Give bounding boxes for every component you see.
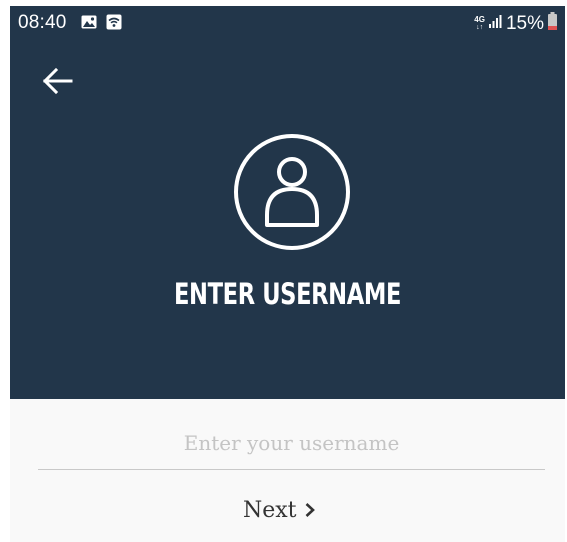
image-icon	[81, 15, 97, 34]
status-notification-icons	[81, 14, 122, 35]
status-bar: 08:40 4G ↓↑ 15%	[10, 6, 565, 40]
next-button[interactable]: Next	[243, 492, 316, 528]
back-button[interactable]	[38, 62, 78, 102]
chevron-right-icon	[305, 503, 315, 517]
network-indicator: 4G ↓↑	[474, 14, 485, 32]
app-screen: 08:40 4G ↓↑ 15% ENTER USERNAME Enter you…	[10, 6, 565, 542]
battery-icon	[548, 12, 557, 35]
status-system-icons: 4G ↓↑ 15%	[474, 12, 557, 35]
header: 08:40 4G ↓↑ 15% ENTER USERNAME	[10, 6, 565, 399]
wifi-icon	[106, 14, 122, 35]
data-arrows-icon: ↓↑	[476, 23, 484, 31]
back-arrow-icon	[42, 67, 73, 95]
network-type: 4G	[474, 14, 485, 24]
user-avatar-icon	[233, 133, 351, 251]
signal-icon	[488, 14, 502, 33]
username-input[interactable]	[38, 416, 545, 470]
page-title: ENTER USERNAME	[173, 277, 402, 311]
next-button-label: Next	[243, 497, 297, 523]
battery-percent: 15%	[505, 12, 544, 34]
status-time: 08:40	[18, 12, 67, 33]
